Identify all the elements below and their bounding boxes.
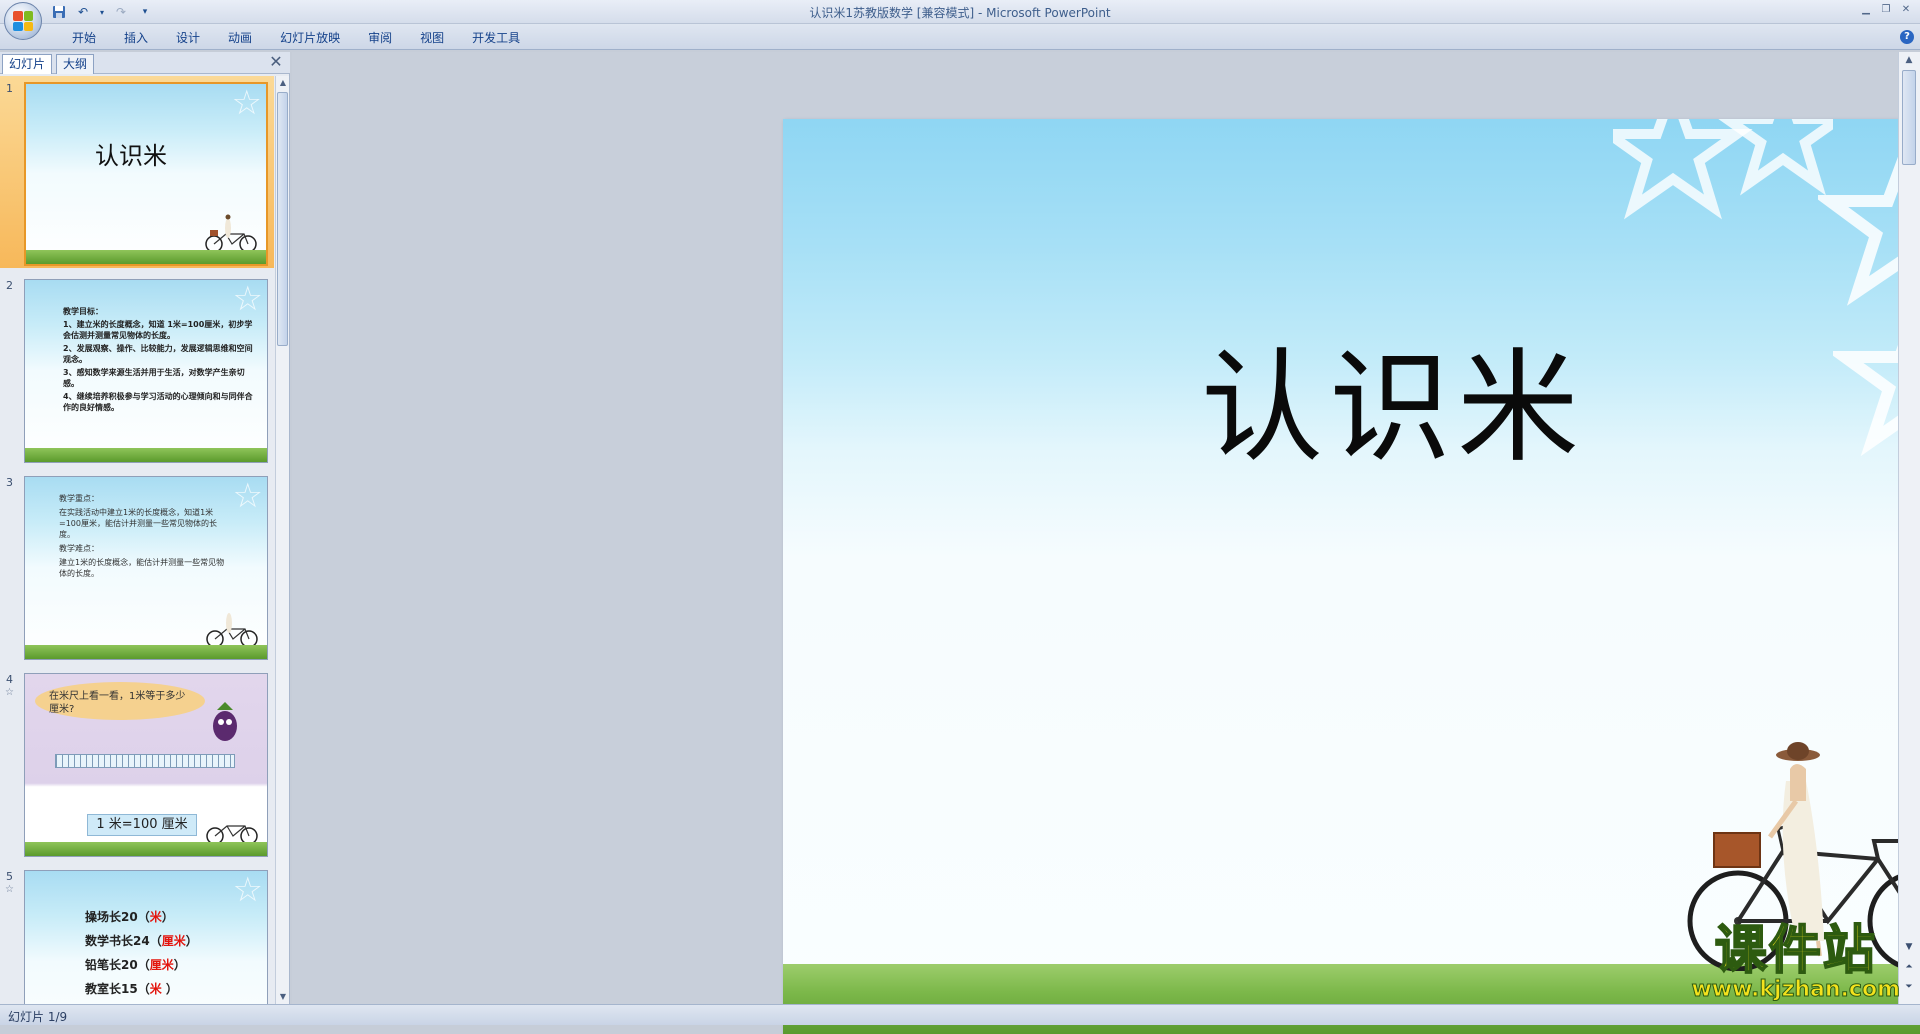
slides-pane: 幻灯片 大纲 ✕ 1 ☆ 认识米 2 <box>0 52 290 1004</box>
eggplant-character-icon <box>207 698 243 744</box>
tab-review[interactable]: 审阅 <box>354 29 406 47</box>
scroll-up-icon[interactable]: ▲ <box>276 76 290 90</box>
thumbnail-list: 1 ☆ 认识米 2 ☆ 教学目标： <box>0 76 274 1004</box>
tab-animations[interactable]: 动画 <box>214 29 266 47</box>
close-icon[interactable]: ✕ <box>1898 2 1914 18</box>
thumbnail-slide-3[interactable]: ☆ 教学重点： 在实践活动中建立1米的长度概念，知道1米=100厘米，能估计并测… <box>24 476 268 660</box>
thumbnail-row-1[interactable]: 1 ☆ 认识米 <box>0 76 274 268</box>
thumbnail-slide-1[interactable]: ☆ 认识米 <box>24 82 268 266</box>
list-item: 教室长15（米 ） <box>85 977 198 1001</box>
scroll-thumb[interactable] <box>277 92 288 346</box>
thumbnail-line: 4、继续培养积极参与学习活动的心理倾向和与同伴合作的良好情感。 <box>63 391 253 413</box>
thumbnail-line: 建立1米的长度概念，能估计并测量一些常见物体的长度。 <box>59 557 227 579</box>
thumbnail-row-4[interactable]: 4 ☆ 在米尺上看一看，1米等于多少厘米? 1 米=100 厘米 <box>0 667 274 859</box>
tab-developer[interactable]: 开发工具 <box>458 29 534 47</box>
slide-nav: ▼ ⏶ ⏷ <box>1900 940 1918 994</box>
minimize-icon[interactable]: ▁ <box>1858 2 1874 18</box>
thumbnail-line: 教学重点： <box>59 493 227 504</box>
thumbnail-number: 5 <box>6 870 13 883</box>
thumbnail-number: 1 <box>6 82 13 95</box>
pane-scrollbar[interactable]: ▲ ▼ <box>275 76 289 1004</box>
status-bar: 幻灯片 1/9 <box>0 1004 1920 1025</box>
restore-icon[interactable]: ❐ <box>1878 2 1894 18</box>
star-decoration-icon <box>1613 119 1833 229</box>
ribbon: 开始 插入 设计 动画 幻灯片放映 审阅 视图 开发工具 ? <box>0 24 1920 50</box>
current-slide[interactable]: 认识米 <box>783 119 1920 1034</box>
animation-icon: ☆ <box>5 687 14 698</box>
grass-strip <box>25 645 267 659</box>
thumbnail-slide-4[interactable]: 在米尺上看一看，1米等于多少厘米? 1 米=100 厘米 <box>24 673 268 857</box>
thumbnail-line: 3、感知数学来源生活并用于生活，对数学产生亲切感。 <box>63 367 253 389</box>
ruler-image <box>55 754 235 768</box>
tab-outline[interactable]: 大纲 <box>56 54 94 74</box>
previous-slide-icon[interactable]: ⏶ <box>1900 960 1918 974</box>
slide-title[interactable]: 认识米 <box>783 309 1920 486</box>
slide-counter: 幻灯片 1/9 <box>8 1008 67 1025</box>
ribbon-tabs: 开始 插入 设计 动画 幻灯片放映 审阅 视图 开发工具 <box>58 29 534 47</box>
thumbnail-line: 教学难点： <box>59 543 227 554</box>
thumbnail-slide-2[interactable]: ☆ 教学目标： 1、建立米的长度概念，知道 1米=100厘米，初步学会估测并测量… <box>24 279 268 463</box>
speech-bubble: 在米尺上看一看，1米等于多少厘米? <box>35 682 205 720</box>
scroll-thumb[interactable] <box>1902 70 1916 165</box>
watermark-text: 课件站 <box>1691 923 1900 979</box>
office-button[interactable] <box>4 2 42 40</box>
grass-strip <box>25 448 267 462</box>
thumbnail-title: 认识米 <box>26 136 236 171</box>
tab-home[interactable]: 开始 <box>58 29 110 47</box>
bicycle-icon <box>205 806 261 846</box>
thumbnail-row-2[interactable]: 2 ☆ 教学目标： 1、建立米的长度概念，知道 1米=100厘米，初步学会估测并… <box>0 273 274 465</box>
watermark-url: www.kjzhan.com <box>1691 979 1900 1001</box>
pane-tabs: 幻灯片 大纲 ✕ <box>0 52 290 74</box>
thumbnail-row-5[interactable]: 5 ☆ ☆ 操场长20（米） 数学书长24（厘米） 铅笔长20（厘米） 教室长1… <box>0 864 274 1004</box>
thumbnail-line: 1、建立米的长度概念，知道 1米=100厘米，初步学会估测并测量常见物体的长度。 <box>63 319 253 341</box>
scroll-down-icon[interactable]: ▼ <box>276 990 290 1004</box>
pane-close-icon[interactable]: ✕ <box>268 54 284 70</box>
tab-slides[interactable]: 幻灯片 <box>2 54 52 74</box>
thumbnail-row-3[interactable]: 3 ☆ 教学重点： 在实践活动中建立1米的长度概念，知道1米=100厘米，能估计… <box>0 470 274 662</box>
slide-editor: 认识米 <box>292 52 1898 1004</box>
window-controls: ▁ ❐ ✕ <box>1858 2 1914 18</box>
grass-strip <box>26 250 266 264</box>
thumbnail-line: 2、发展观察、操作、比较能力，发展逻辑思维和空间观念。 <box>63 343 253 365</box>
title-bar: ↶ ▾ ↷ ▾ 认识米1苏教版数学 [兼容模式] - Microsoft Pow… <box>0 0 1920 24</box>
star-icon: ☆ <box>233 873 263 907</box>
list-item: 铅笔长20（厘米） <box>85 953 198 977</box>
star-icon: ☆ <box>232 86 262 120</box>
list-item: 数学书长24（厘米） <box>85 929 198 953</box>
tab-insert[interactable]: 插入 <box>110 29 162 47</box>
thumbnail-number: 3 <box>6 476 13 489</box>
thumbnail-line: 在实践活动中建立1米的长度概念，知道1米=100厘米，能估计并测量一些常见物体的… <box>59 507 227 540</box>
office-logo-icon <box>13 11 33 31</box>
next-slide-icon[interactable]: ⏷ <box>1900 980 1918 994</box>
thumbnail-number: 4 <box>6 673 13 686</box>
tab-view[interactable]: 视图 <box>406 29 458 47</box>
scroll-up-icon[interactable]: ▲ <box>1899 52 1919 68</box>
bicycle-icon <box>205 609 261 649</box>
animation-icon: ☆ <box>5 884 14 895</box>
thumbnail-slide-5[interactable]: ☆ 操场长20（米） 数学书长24（厘米） 铅笔长20（厘米） 教室长15（米 … <box>24 870 268 1004</box>
main-scrollbar[interactable]: ▲ ▼ ⏶ ⏷ <box>1898 52 1920 1004</box>
list-item: 操场长20（米） <box>85 905 198 929</box>
conversion-label: 1 米=100 厘米 <box>87 814 197 836</box>
star-icon: ☆ <box>233 479 263 513</box>
thumbnail-number: 2 <box>6 279 13 292</box>
thumbnail-body: 操场长20（米） 数学书长24（厘米） 铅笔长20（厘米） 教室长15（米 ） <box>85 905 198 1001</box>
tab-design[interactable]: 设计 <box>162 29 214 47</box>
kjzhan-watermark: 课件站 www.kjzhan.com <box>1691 923 1900 1001</box>
tab-slideshow[interactable]: 幻灯片放映 <box>266 29 354 47</box>
thumbnail-body: 教学目标： 1、建立米的长度概念，知道 1米=100厘米，初步学会估测并测量常见… <box>63 306 253 415</box>
thumbnail-body: 教学重点： 在实践活动中建立1米的长度概念，知道1米=100厘米，能估计并测量一… <box>59 493 227 582</box>
thumbnail-line: 教学目标： <box>63 306 253 317</box>
scroll-down-icon[interactable]: ▼ <box>1900 940 1918 954</box>
help-icon[interactable]: ? <box>1900 30 1914 44</box>
window-title: 认识米1苏教版数学 [兼容模式] - Microsoft PowerPoint <box>0 4 1920 21</box>
bicycle-icon <box>204 214 260 254</box>
grass-strip <box>25 842 267 856</box>
